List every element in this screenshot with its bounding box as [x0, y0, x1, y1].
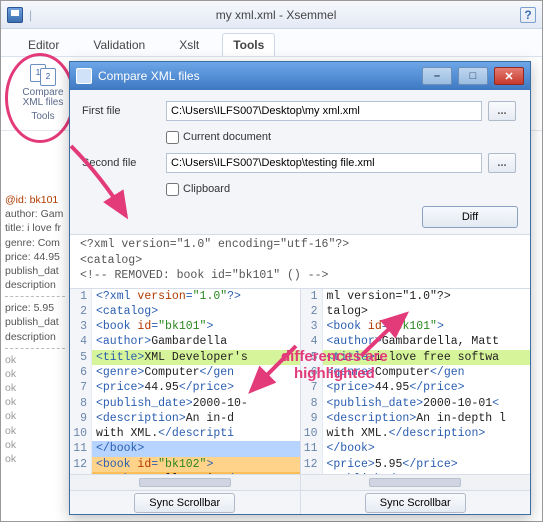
tab-validation[interactable]: Validation — [82, 33, 156, 56]
ribbon-group-label: Tools — [15, 111, 71, 122]
sync-scrollbar-right-button[interactable]: Sync Scrollbar — [365, 493, 466, 513]
code-line[interactable]: 12 <book id="bk102"> — [70, 457, 300, 472]
right-hscrollbar[interactable] — [301, 474, 531, 490]
first-file-input[interactable] — [166, 101, 482, 121]
dialog-icon — [76, 68, 92, 84]
quick-access-toolbar: | my xml.xml - Xsemmel ? — [1, 1, 542, 29]
window-title: my xml.xml - Xsemmel — [38, 8, 514, 22]
second-file-input[interactable] — [166, 153, 482, 173]
code-line[interactable]: 13 <author>Ralls, Kim</au — [70, 472, 300, 474]
dialog-form: First file ... Current document Second f… — [70, 90, 530, 206]
diff-button[interactable]: Diff — [422, 206, 518, 228]
dialog-title: Compare XML files — [98, 69, 416, 83]
close-button[interactable]: ✕ — [494, 67, 524, 85]
code-line[interactable]: 2<catalog> — [70, 304, 300, 319]
sync-row: Sync Scrollbar Sync Scrollbar — [70, 490, 530, 514]
second-file-label: Second file — [82, 157, 160, 169]
code-line[interactable]: 1<?xml version="1.0"?> — [70, 289, 300, 304]
code-line[interactable]: 5 <title>i love free softwa — [301, 350, 531, 365]
code-line[interactable]: 13 <publish_date>2000-11-17< — [301, 472, 531, 474]
separator-icon: | — [29, 8, 32, 22]
code-line[interactable]: 5 <title>XML Developer's — [70, 350, 300, 365]
left-pane: 1<?xml version="1.0"?>2<catalog>3 <book … — [70, 289, 300, 490]
current-document-checkbox[interactable] — [166, 131, 179, 144]
code-line[interactable]: 1ml version="1.0"?> — [301, 289, 531, 304]
code-line[interactable]: 11 </book> — [70, 441, 300, 456]
code-line[interactable]: 3 <book id="bk101"> — [70, 319, 300, 334]
code-line[interactable]: 6 <genre>Computer</gen — [70, 365, 300, 380]
code-line[interactable]: 8 <publish_date>2000-10-01< — [301, 396, 531, 411]
sync-scrollbar-left-button[interactable]: Sync Scrollbar — [134, 493, 235, 513]
right-pane: 1ml version="1.0"?>2talog>3<book id="bk1… — [300, 289, 531, 490]
code-line[interactable]: 10 with XML.</description> — [301, 426, 531, 441]
code-line[interactable]: 9 <description>An in-depth l — [301, 411, 531, 426]
minimize-button[interactable]: – — [422, 67, 452, 85]
clipboard-checkbox[interactable] — [166, 183, 179, 196]
help-icon[interactable]: ? — [520, 7, 536, 23]
maximize-button[interactable]: □ — [458, 67, 488, 85]
left-code[interactable]: 1<?xml version="1.0"?>2<catalog>3 <book … — [70, 289, 300, 474]
tree-fragment: @id: bk101 author: Gam title: i love fr … — [3, 191, 67, 519]
code-line[interactable]: 4 <author>Gambardella, Matt — [301, 334, 531, 349]
first-file-label: First file — [82, 105, 160, 117]
code-line[interactable]: 7 <price>44.95</price> — [70, 380, 300, 395]
current-document-label: Current document — [183, 131, 271, 143]
code-line[interactable]: 12 <price>5.95</price> — [301, 457, 531, 472]
code-line[interactable]: 11</book> — [301, 441, 531, 456]
save-icon[interactable] — [7, 7, 23, 23]
code-line[interactable]: 2talog> — [301, 304, 531, 319]
dialog-titlebar[interactable]: Compare XML files – □ ✕ — [70, 62, 530, 90]
compare-xml-files-button[interactable]: Compare XML files — [15, 63, 71, 109]
tab-tools[interactable]: Tools — [222, 33, 275, 56]
diff-panes: 1<?xml version="1.0"?>2<catalog>3 <book … — [70, 288, 530, 490]
code-line[interactable]: 6 <genre>Computer</gen — [301, 365, 531, 380]
compare-btn-label: Compare XML files — [15, 88, 71, 109]
ribbon-tabs: Editor Validation Xslt Tools — [1, 29, 542, 57]
left-hscrollbar[interactable] — [70, 474, 300, 490]
clipboard-label: Clipboard — [183, 183, 230, 195]
tab-editor[interactable]: Editor — [17, 33, 70, 56]
diff-preamble: <?xml version="1.0" encoding="utf-16"?> … — [70, 234, 530, 288]
code-line[interactable]: 4 <author>Gambardella — [70, 334, 300, 349]
first-file-browse-button[interactable]: ... — [488, 101, 516, 121]
code-line[interactable]: 9 <description>An in-d — [70, 411, 300, 426]
compare-files-icon — [30, 64, 56, 86]
compare-xml-dialog: Compare XML files – □ ✕ First file ... C… — [69, 61, 531, 515]
right-code[interactable]: 1ml version="1.0"?>2talog>3<book id="bk1… — [301, 289, 531, 474]
second-file-browse-button[interactable]: ... — [488, 153, 516, 173]
code-line[interactable]: 8 <publish_date>2000-10- — [70, 396, 300, 411]
tab-xslt[interactable]: Xslt — [168, 33, 210, 56]
code-line[interactable]: 10 with XML.</descripti — [70, 426, 300, 441]
code-line[interactable]: 7 <price>44.95</price> — [301, 380, 531, 395]
code-line[interactable]: 3<book id="bk101"> — [301, 319, 531, 334]
